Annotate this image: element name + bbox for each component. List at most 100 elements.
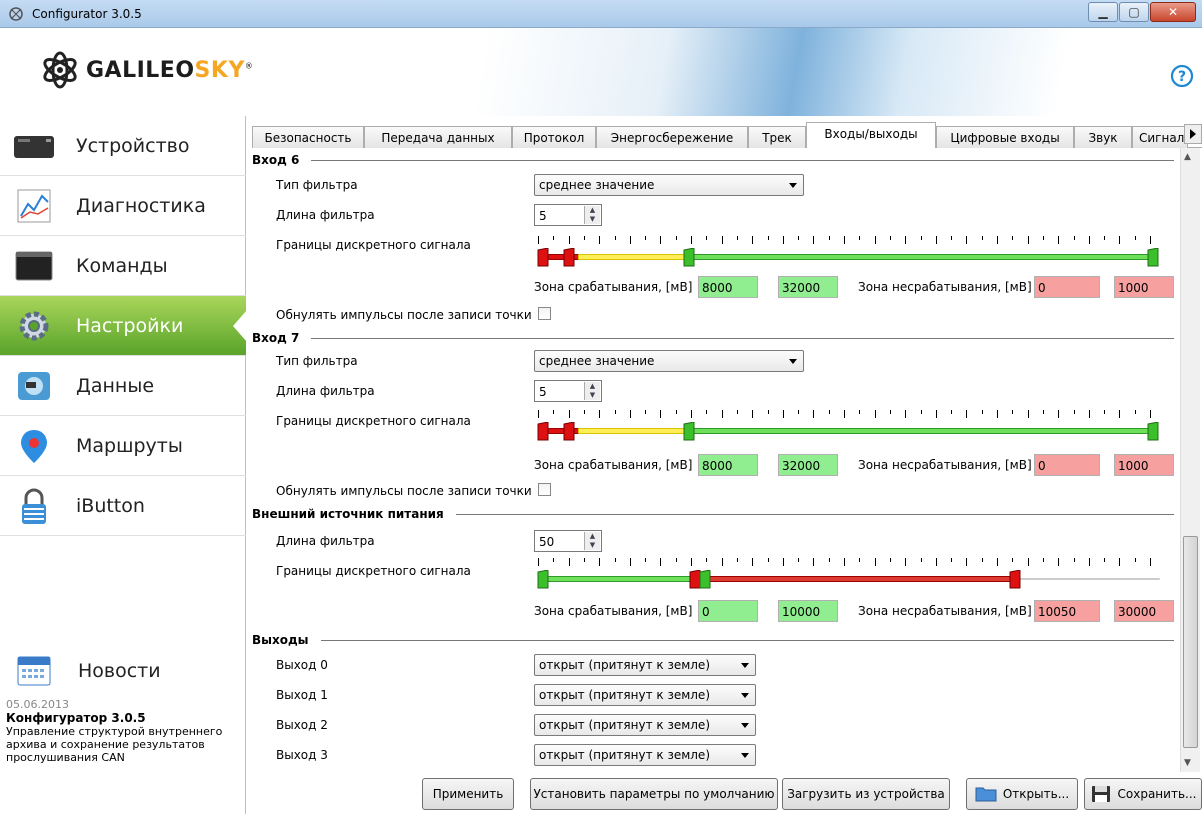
apply-button[interactable]: Применить bbox=[422, 778, 514, 810]
input-6-filter-length-stepper[interactable]: 5 ▲ ▼ bbox=[534, 204, 602, 226]
tick-mark bbox=[1073, 236, 1075, 240]
ext-power-no-trigger-to[interactable]: 30000 bbox=[1114, 600, 1174, 622]
input-6-trigger-from[interactable]: 8000 bbox=[698, 276, 758, 298]
input-6-trigger-to[interactable]: 32000 bbox=[778, 276, 838, 298]
input-6-range-slider[interactable] bbox=[534, 236, 1164, 272]
vertical-scrollbar[interactable]: ▲ ▼ bbox=[1180, 148, 1200, 772]
load-from-device-button[interactable]: Загрузить из устройства bbox=[782, 778, 950, 810]
output-1-select[interactable]: открыт (притянут к земле) bbox=[534, 684, 756, 706]
tick-mark bbox=[660, 558, 662, 566]
tab-digital-inputs[interactable]: Цифровые входы bbox=[936, 126, 1074, 148]
arrow-down-icon[interactable]: ▼ bbox=[585, 391, 600, 400]
tab-scroll-button[interactable] bbox=[1184, 124, 1202, 144]
map-pin-icon bbox=[21, 429, 47, 463]
filter-length-label: Длина фильтра bbox=[276, 208, 375, 222]
arrow-up-icon[interactable]: ▲ bbox=[585, 532, 600, 541]
tick-mark bbox=[828, 558, 830, 562]
sidebar-item-data[interactable]: Данные bbox=[0, 356, 246, 416]
sidebar-item-diagnostics[interactable]: Диагностика bbox=[0, 176, 246, 236]
tick-mark bbox=[981, 410, 983, 414]
tick-mark bbox=[920, 236, 922, 240]
input-7-filter-type-select[interactable]: среднее значение bbox=[534, 350, 804, 372]
arrow-down-icon[interactable]: ▼ bbox=[585, 215, 600, 224]
arrow-down-icon[interactable]: ▼ bbox=[585, 541, 600, 550]
tick-mark bbox=[782, 410, 784, 418]
save-button[interactable]: Сохранить... bbox=[1084, 778, 1202, 810]
input-7-range-slider[interactable] bbox=[534, 410, 1164, 446]
sidebar-item-routes[interactable]: Маршруты bbox=[0, 416, 246, 476]
news-title[interactable]: Конфигуратор 3.0.5 bbox=[6, 711, 246, 725]
set-defaults-button[interactable]: Установить параметры по умолчанию bbox=[530, 778, 778, 810]
input-7-reset-pulses-checkbox[interactable] bbox=[538, 483, 551, 496]
tick-mark bbox=[1027, 236, 1029, 244]
tab-power-saving[interactable]: Энергосбережение bbox=[596, 126, 748, 148]
ext-power-no-trigger-from[interactable]: 10050 bbox=[1034, 600, 1100, 622]
arrow-up-icon[interactable]: ▲ bbox=[585, 382, 600, 391]
minimize-button[interactable]: ▁ bbox=[1088, 2, 1118, 22]
sidebar-item-device[interactable]: Устройство bbox=[0, 116, 246, 176]
sidebar-item-label: iButton bbox=[76, 494, 145, 517]
output-2-select[interactable]: открыт (притянут к земле) bbox=[534, 714, 756, 736]
input-6-reset-pulses-checkbox[interactable] bbox=[538, 307, 551, 320]
help-icon[interactable]: ? bbox=[1170, 64, 1194, 88]
tab-security[interactable]: Безопасность bbox=[252, 126, 364, 148]
tick-mark bbox=[828, 410, 830, 414]
input-7-trigger-from[interactable]: 8000 bbox=[698, 454, 758, 476]
chevron-down-icon bbox=[741, 753, 749, 758]
no-trigger-zone-label: Зона несрабатывания, [мВ] bbox=[858, 280, 1032, 294]
tab-inputs-outputs[interactable]: Входы/выходы bbox=[806, 122, 936, 149]
ext-power-trigger-from[interactable]: 0 bbox=[698, 600, 758, 622]
tick-mark bbox=[813, 558, 815, 566]
tick-mark bbox=[859, 410, 861, 414]
sidebar-item-ibutton[interactable]: iButton bbox=[0, 476, 246, 536]
discrete-bounds-label: Границы дискретного сигнала bbox=[276, 414, 471, 428]
input-6-filter-type-select[interactable]: среднее значение bbox=[534, 174, 804, 196]
slider-handles[interactable] bbox=[534, 570, 1164, 590]
ext-power-filter-length-stepper[interactable]: 50 ▲ ▼ bbox=[534, 530, 602, 552]
section-outputs: Выходы bbox=[252, 632, 1178, 648]
tick-mark bbox=[614, 410, 616, 414]
slider-handles[interactable] bbox=[534, 422, 1164, 442]
scroll-up-icon[interactable]: ▲ bbox=[1184, 152, 1191, 162]
chevron-right-icon bbox=[1190, 129, 1196, 139]
input-6-no-trigger-from[interactable]: 0 bbox=[1034, 276, 1100, 298]
tab-track[interactable]: Трек bbox=[748, 126, 806, 148]
open-button[interactable]: Открыть... bbox=[966, 778, 1078, 810]
tab-signal[interactable]: Сигнал bbox=[1132, 126, 1188, 148]
chevron-down-icon bbox=[741, 693, 749, 698]
input-6-no-trigger-to[interactable]: 1000 bbox=[1114, 276, 1174, 298]
app-icon bbox=[9, 7, 23, 21]
slider-handles[interactable] bbox=[534, 248, 1164, 268]
maximize-button[interactable]: ▢ bbox=[1119, 2, 1149, 22]
arrow-up-icon[interactable]: ▲ bbox=[585, 206, 600, 215]
input-7-no-trigger-to[interactable]: 1000 bbox=[1114, 454, 1174, 476]
ext-power-trigger-to[interactable]: 10000 bbox=[778, 600, 838, 622]
discrete-bounds-label: Границы дискретного сигнала bbox=[276, 564, 471, 578]
sidebar-item-label: Настройки bbox=[76, 314, 184, 337]
tab-protocol[interactable]: Протокол bbox=[512, 126, 596, 148]
output-0-select[interactable]: открыт (притянут к земле) bbox=[534, 654, 756, 676]
close-button[interactable]: ✕ bbox=[1150, 2, 1196, 22]
io-settings-panel: Вход 6 Тип фильтра среднее значение Длин… bbox=[252, 148, 1178, 774]
sidebar-item-commands[interactable]: Команды bbox=[0, 236, 246, 296]
tick-mark bbox=[538, 410, 539, 418]
news-date: 05.06.2013 bbox=[6, 698, 69, 711]
input-7-trigger-to[interactable]: 32000 bbox=[778, 454, 838, 476]
tab-data-transfer[interactable]: Передача данных bbox=[364, 126, 512, 148]
slider-ticks bbox=[534, 410, 1164, 418]
tick-mark bbox=[645, 558, 647, 562]
ext-power-range-slider[interactable] bbox=[534, 558, 1164, 594]
scroll-down-icon[interactable]: ▼ bbox=[1184, 758, 1191, 768]
sidebar-item-settings[interactable]: Настройки bbox=[0, 296, 247, 356]
chevron-down-icon bbox=[741, 723, 749, 728]
tick-mark bbox=[1073, 410, 1075, 414]
tick-mark bbox=[951, 410, 953, 414]
brand-name: GALILEOSKY® bbox=[86, 57, 254, 83]
tab-sound[interactable]: Звук bbox=[1074, 126, 1132, 148]
news-link[interactable]: Новости bbox=[0, 646, 246, 696]
output-3-select[interactable]: открыт (притянут к земле) bbox=[534, 744, 756, 766]
tick-mark bbox=[874, 410, 876, 418]
input-7-filter-length-stepper[interactable]: 5 ▲ ▼ bbox=[534, 380, 602, 402]
scrollbar-thumb[interactable] bbox=[1183, 536, 1198, 748]
input-7-no-trigger-from[interactable]: 0 bbox=[1034, 454, 1100, 476]
